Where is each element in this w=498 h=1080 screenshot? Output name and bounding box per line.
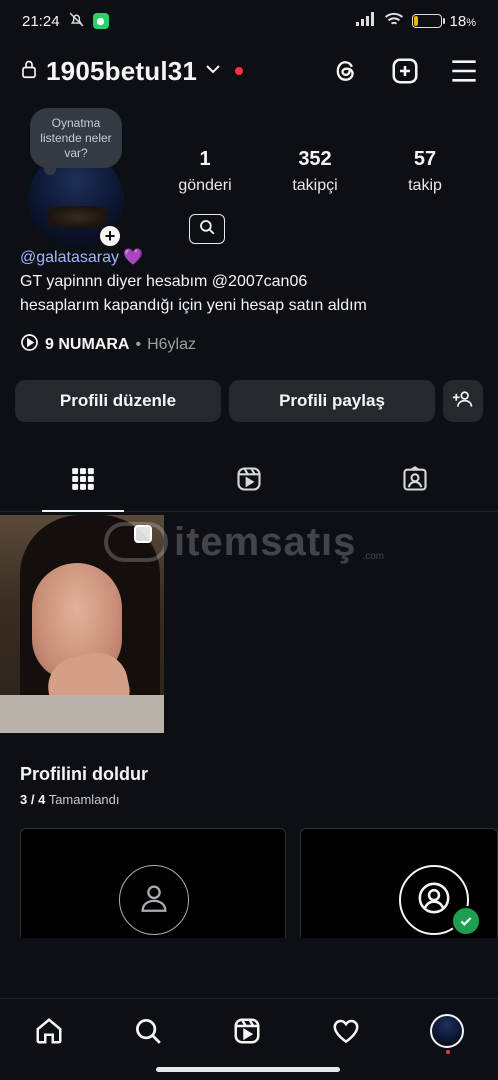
signal-icon xyxy=(355,12,376,30)
post-image-shirt xyxy=(0,695,164,733)
music-title: 9 NUMARA xyxy=(45,336,130,353)
stat-posts[interactable]: 1 gönderi xyxy=(150,148,260,195)
whatsapp-icon xyxy=(92,13,109,29)
lock-icon xyxy=(20,59,38,84)
stat-label: gönderi xyxy=(178,177,232,194)
home-icon[interactable] xyxy=(34,1016,64,1046)
username: 1905betul31 xyxy=(46,55,198,86)
card-circle xyxy=(119,865,189,935)
battery-percent: 18% xyxy=(449,12,476,30)
watermark-text: itemsatış xyxy=(174,519,357,564)
profile-music[interactable]: 9 NUMARA • H6ylaz xyxy=(20,333,196,357)
stat-value: 1 xyxy=(199,148,211,170)
home-indicator[interactable] xyxy=(156,1067,340,1072)
watermark: itemsatış .com xyxy=(104,512,404,572)
status-left: 21:24 xyxy=(22,11,109,32)
bio-line: hesaplarım kapandığı için yeni hesap sat… xyxy=(20,297,367,314)
stat-following[interactable]: 57 takip xyxy=(370,148,480,195)
complete-profile-card-done[interactable] xyxy=(300,828,498,938)
discover-people-button[interactable] xyxy=(443,380,483,422)
search-icon[interactable] xyxy=(133,1016,163,1046)
complete-profile-progress: 3 / 4 Tamamlandı xyxy=(20,792,120,807)
progress-count: 3 / 4 xyxy=(20,792,46,807)
bio-line: GT yapinnn diyer hesabım @2007can06 xyxy=(20,273,308,290)
status-bar: 21:24 18% xyxy=(0,0,498,42)
bottom-nav xyxy=(0,998,498,1062)
tab-reels[interactable] xyxy=(166,452,332,511)
threads-icon[interactable] xyxy=(332,57,360,85)
music-artist: H6ylaz xyxy=(147,336,196,353)
stat-label: takipçi xyxy=(292,177,338,194)
progress-label: Tamamlandı xyxy=(48,792,120,807)
battery-level xyxy=(413,16,419,26)
grid-icon xyxy=(70,466,96,497)
play-circle-icon xyxy=(20,333,39,357)
profile-tab-avatar[interactable] xyxy=(429,1013,464,1054)
reels-icon xyxy=(235,465,263,498)
complete-profile-title: Profilini doldur xyxy=(20,764,148,784)
complete-profile-card-photo[interactable] xyxy=(20,828,286,938)
profile-search-button[interactable] xyxy=(189,214,225,244)
person-icon xyxy=(137,881,171,920)
purple-heart-emoji: 💜 xyxy=(123,249,144,266)
notification-dot xyxy=(235,67,244,75)
wifi-icon xyxy=(384,12,404,31)
create-icon[interactable] xyxy=(390,56,420,86)
battery-icon xyxy=(411,14,445,28)
search-icon xyxy=(198,218,216,241)
stat-label: takip xyxy=(408,177,442,194)
reels-icon[interactable] xyxy=(232,1016,262,1046)
status-right: 18% xyxy=(355,12,476,31)
profile-actions: Profili düzenle Profili paylaş xyxy=(15,380,483,422)
profile-header: 1905betul31 xyxy=(0,50,498,92)
bio: @galatasaray 💜 GT yapinnn diyer hesabım … xyxy=(20,246,480,318)
bio-link-row: @galatasaray 💜 xyxy=(20,246,480,270)
profile-tabs xyxy=(0,452,498,512)
tab-tagged[interactable] xyxy=(332,452,498,511)
notification-dot xyxy=(445,1049,450,1054)
stat-value: 57 xyxy=(413,148,437,170)
share-profile-button[interactable]: Profili paylaş xyxy=(229,380,435,422)
heart-icon[interactable] xyxy=(331,1016,361,1046)
add-person-icon xyxy=(452,389,474,414)
chevron-down-icon xyxy=(205,62,221,80)
edit-profile-button[interactable]: Profili düzenle xyxy=(15,380,221,422)
watermark-suffix: .com xyxy=(362,551,385,562)
status-time: 21:24 xyxy=(22,12,60,30)
tagged-icon xyxy=(401,465,429,498)
note-bubble[interactable]: Oynatma listende neler var? xyxy=(30,108,122,175)
tab-grid[interactable] xyxy=(0,452,166,512)
bio-mention-link[interactable]: @galatasaray xyxy=(20,249,119,266)
account-switcher[interactable]: 1905betul31 xyxy=(20,55,244,87)
header-actions xyxy=(332,56,478,86)
music-separator: • xyxy=(135,336,142,353)
watermark-logo xyxy=(104,522,168,562)
profile-stats: 1 gönderi 352 takipçi 57 takip xyxy=(150,148,480,195)
profile-circle-icon xyxy=(417,881,451,920)
mute-icon xyxy=(68,11,85,32)
stat-value: 352 xyxy=(298,148,332,170)
menu-icon[interactable] xyxy=(450,58,478,84)
stat-followers[interactable]: 352 takipçi xyxy=(260,148,370,195)
add-story-icon[interactable]: + xyxy=(98,224,122,248)
check-icon xyxy=(451,906,481,936)
profile-summary: + Oynatma listende neler var? 1 gönderi … xyxy=(0,108,498,248)
